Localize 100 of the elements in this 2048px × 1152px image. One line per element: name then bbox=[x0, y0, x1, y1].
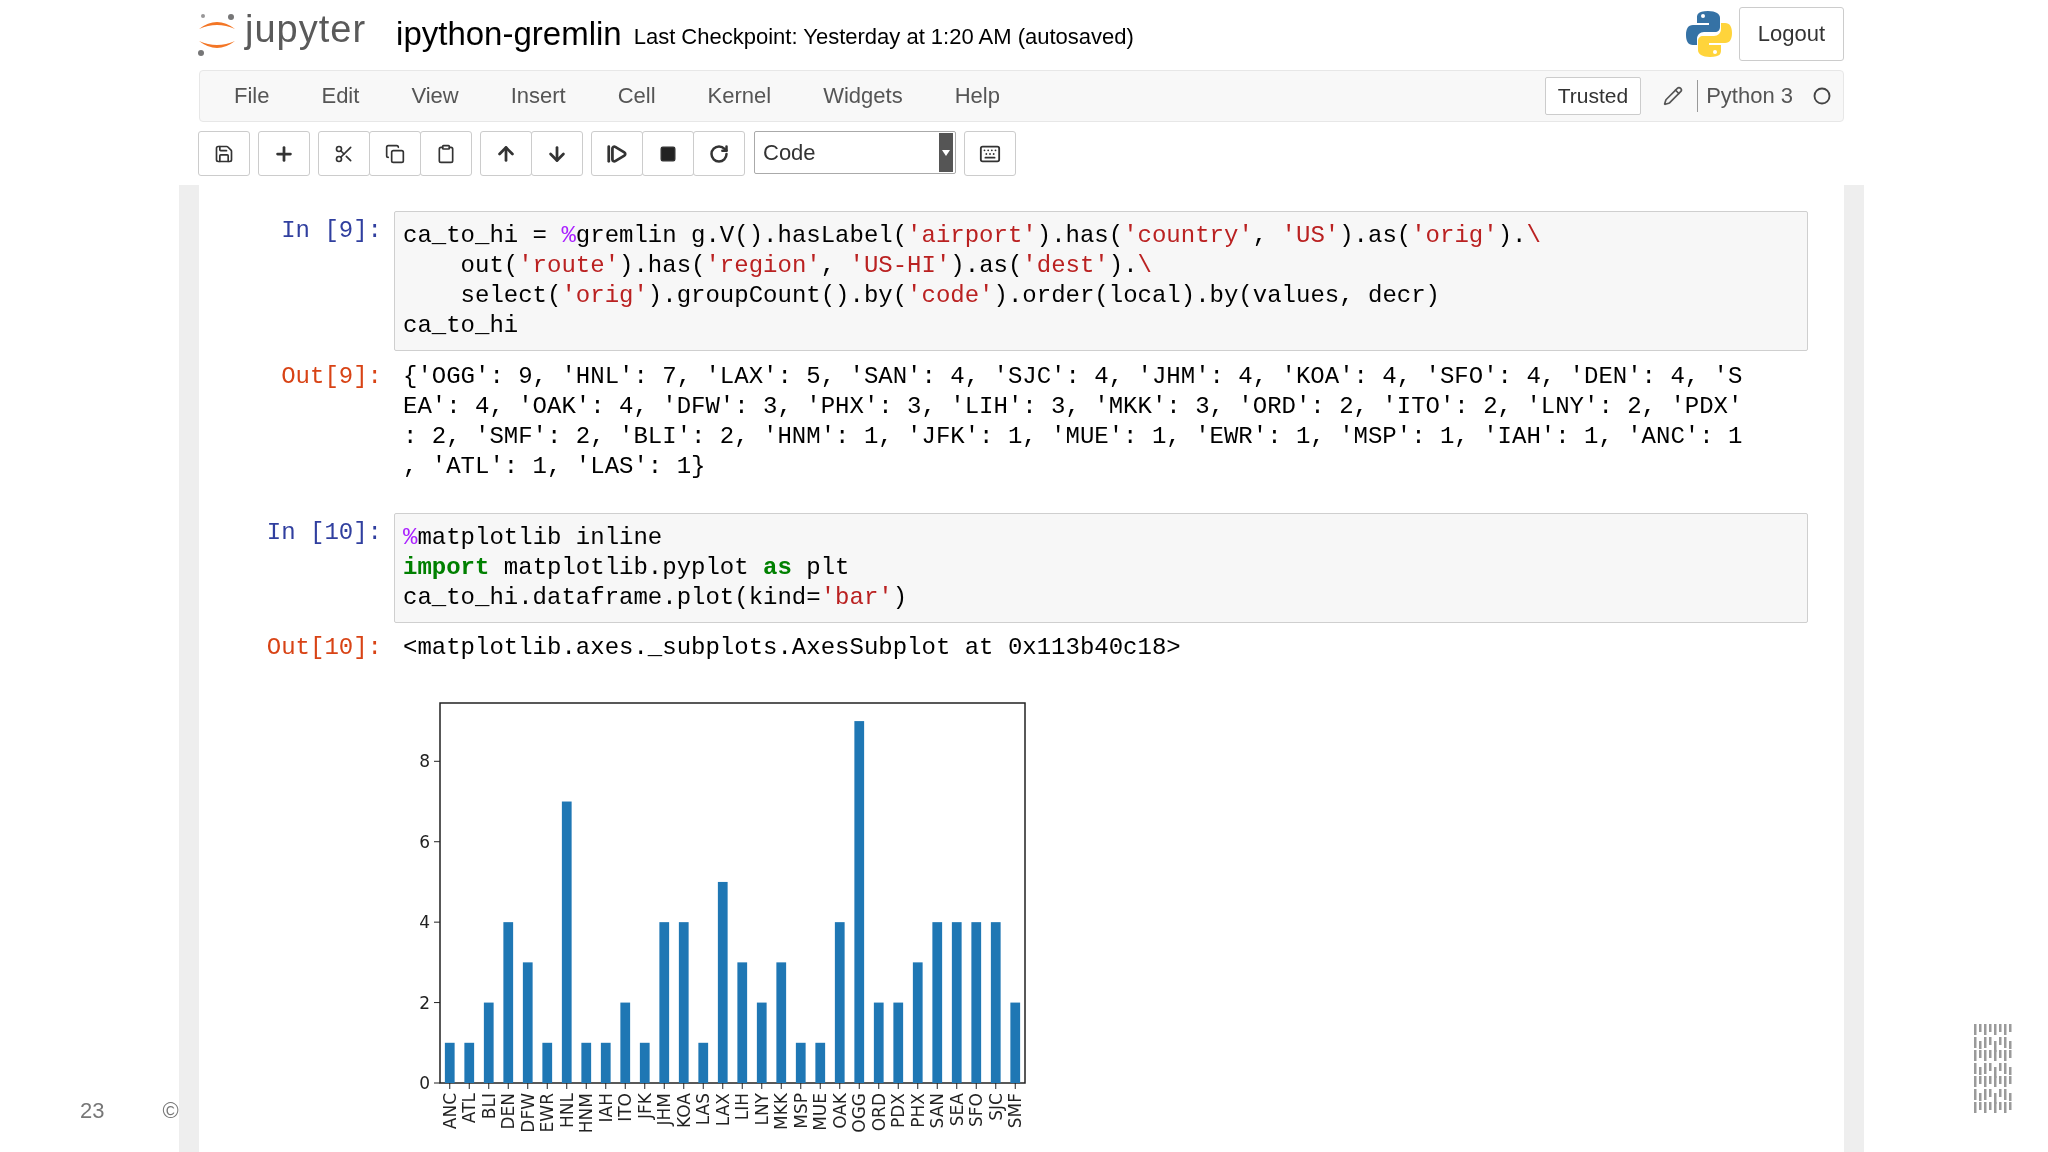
kernel-idle-icon bbox=[1813, 87, 1831, 105]
x-tick: ORD bbox=[868, 1082, 889, 1132]
move-up-button[interactable] bbox=[480, 131, 532, 176]
move-down-button[interactable] bbox=[531, 131, 583, 176]
x-tick-label: LAX bbox=[712, 1092, 733, 1127]
x-tick: SMF bbox=[1005, 1082, 1026, 1129]
x-tick-label: LNY bbox=[751, 1092, 772, 1126]
x-tick: DFW bbox=[517, 1082, 538, 1133]
x-tick-label: ANC bbox=[439, 1093, 460, 1130]
x-tick: SJC bbox=[985, 1082, 1006, 1121]
bar bbox=[581, 1042, 592, 1083]
code-line: out('route').has('region', 'US-HI').as('dest').\ bbox=[459, 251, 1153, 281]
menu-item[interactable]: Widgets bbox=[797, 83, 929, 109]
menu-item[interactable]: File bbox=[208, 83, 296, 109]
code-line: %matplotlib inline bbox=[403, 523, 664, 553]
code-input[interactable]: %matplotlib inline import matplotlib.pyplot as plt ca_to_hi.dataframe.plot(kind='bar') bbox=[394, 513, 1808, 623]
python-logo-icon bbox=[1684, 9, 1733, 59]
menu-item[interactable]: View bbox=[385, 83, 485, 109]
y-tick-label: 6 bbox=[419, 831, 430, 852]
y-tick-label: 4 bbox=[419, 912, 430, 933]
menu-item[interactable]: Insert bbox=[484, 83, 592, 109]
save-button[interactable] bbox=[198, 131, 250, 176]
x-tick: ITO bbox=[615, 1082, 636, 1122]
x-tick-label: PHX bbox=[907, 1092, 928, 1128]
copyright-text: © bbox=[162, 1098, 179, 1124]
x-tick: LNY bbox=[751, 1082, 772, 1126]
x-tick: ANC bbox=[439, 1082, 460, 1130]
x-tick: SEA bbox=[946, 1082, 967, 1127]
code-line: select('orig').groupCount().by('code').order(local).by(values, decr) bbox=[459, 281, 1441, 311]
x-tick-label: JHM bbox=[654, 1093, 675, 1127]
output-prompt: Out[9]: bbox=[280, 362, 382, 392]
add-cell-button[interactable] bbox=[258, 131, 310, 176]
menu-item[interactable]: Cell bbox=[591, 83, 682, 109]
stop-button[interactable] bbox=[642, 131, 694, 176]
x-tick-label: ATL bbox=[459, 1092, 480, 1124]
x-tick: MUE bbox=[810, 1082, 831, 1131]
x-tick: DEN bbox=[498, 1082, 519, 1130]
y-tick-label: 2 bbox=[419, 992, 430, 1013]
x-tick-label: LIH bbox=[732, 1093, 753, 1121]
x-tick: OGG bbox=[849, 1082, 870, 1133]
clipboard-icon bbox=[436, 143, 456, 164]
y-tick: 0 bbox=[419, 1073, 441, 1093]
edit-icon[interactable] bbox=[1663, 86, 1684, 106]
code-line: ca_to_hi = %gremlin g.V().hasLabel('airport').has('country', 'US').as('orig').\ bbox=[403, 221, 1542, 251]
x-tick-label: PDX bbox=[888, 1092, 909, 1128]
y-tick-label: 8 bbox=[419, 751, 430, 772]
x-tick-label: JFK bbox=[634, 1092, 655, 1120]
x-tick-label: KOA bbox=[673, 1092, 694, 1128]
x-tick-label: OGG bbox=[849, 1093, 870, 1133]
refresh-icon bbox=[709, 143, 729, 164]
x-tick-label: DFW bbox=[517, 1092, 538, 1133]
copy-icon bbox=[385, 143, 405, 164]
output-line: , 'ATL': 1, 'LAS': 1} bbox=[403, 452, 707, 482]
bar bbox=[639, 1042, 650, 1083]
y-tick: 4 bbox=[419, 912, 441, 933]
cell-type-select[interactable]: Code bbox=[754, 131, 956, 174]
cut-button[interactable] bbox=[318, 131, 370, 176]
scissors-icon bbox=[334, 143, 354, 164]
x-tick: OAK bbox=[829, 1082, 850, 1129]
caret-icon bbox=[939, 133, 953, 172]
logo-text: jupyter bbox=[245, 7, 367, 51]
x-tick-label: IAH bbox=[595, 1093, 616, 1123]
logout-button[interactable]: Logout bbox=[1738, 7, 1844, 61]
input-prompt: In [10]: bbox=[265, 518, 382, 548]
code-line: ca_to_hi.dataframe.plot(kind='bar') bbox=[403, 583, 909, 613]
menu-item[interactable]: Kernel bbox=[681, 83, 798, 109]
trusted-button[interactable]: Trusted bbox=[1544, 77, 1642, 115]
bar bbox=[795, 1042, 806, 1083]
x-tick-label: MUE bbox=[810, 1093, 831, 1131]
menu-item[interactable]: Help bbox=[928, 83, 1026, 109]
step-forward-icon bbox=[606, 142, 628, 165]
x-tick: PHX bbox=[907, 1082, 928, 1128]
x-tick-label: BLI bbox=[478, 1093, 499, 1120]
run-button[interactable] bbox=[591, 131, 643, 176]
x-tick-label: MSP bbox=[790, 1093, 811, 1129]
page-number: 23 bbox=[80, 1098, 105, 1124]
x-tick-label: SFO bbox=[966, 1093, 987, 1127]
x-tick: HNL bbox=[556, 1082, 577, 1128]
output-line: : 2, 'SMF': 2, 'BLI': 2, 'HNM': 1, 'JFK': 1, 'MUE': 1, 'EWR': 1, 'MSP': 1, 'IAH': 1, 'ANC': 1 bbox=[403, 422, 1744, 452]
x-tick-label: SAN bbox=[927, 1093, 948, 1129]
menu-item[interactable]: Edit bbox=[295, 83, 386, 109]
input-prompt: In [9]: bbox=[280, 216, 382, 246]
stop-icon bbox=[659, 144, 677, 163]
notebook-title[interactable]: ipython-gremlin bbox=[396, 15, 622, 53]
x-tick-label: HNM bbox=[576, 1093, 597, 1134]
x-tick: BLI bbox=[478, 1082, 499, 1120]
code-input[interactable] bbox=[394, 211, 1808, 351]
keyboard-button[interactable] bbox=[964, 131, 1016, 176]
paste-button[interactable] bbox=[420, 131, 472, 176]
x-tick-label: EWR bbox=[537, 1092, 558, 1133]
x-tick: LAX bbox=[712, 1082, 733, 1127]
bar bbox=[542, 1042, 553, 1083]
x-tick: EWR bbox=[537, 1082, 558, 1133]
code-line: ca_to_hi bbox=[403, 311, 520, 341]
copy-button[interactable] bbox=[369, 131, 421, 176]
x-tick-label: SJC bbox=[985, 1093, 1006, 1121]
bar bbox=[444, 1042, 455, 1083]
x-tick: LIH bbox=[732, 1082, 753, 1121]
restart-button[interactable] bbox=[693, 131, 745, 176]
x-tick: LAS bbox=[693, 1082, 714, 1126]
